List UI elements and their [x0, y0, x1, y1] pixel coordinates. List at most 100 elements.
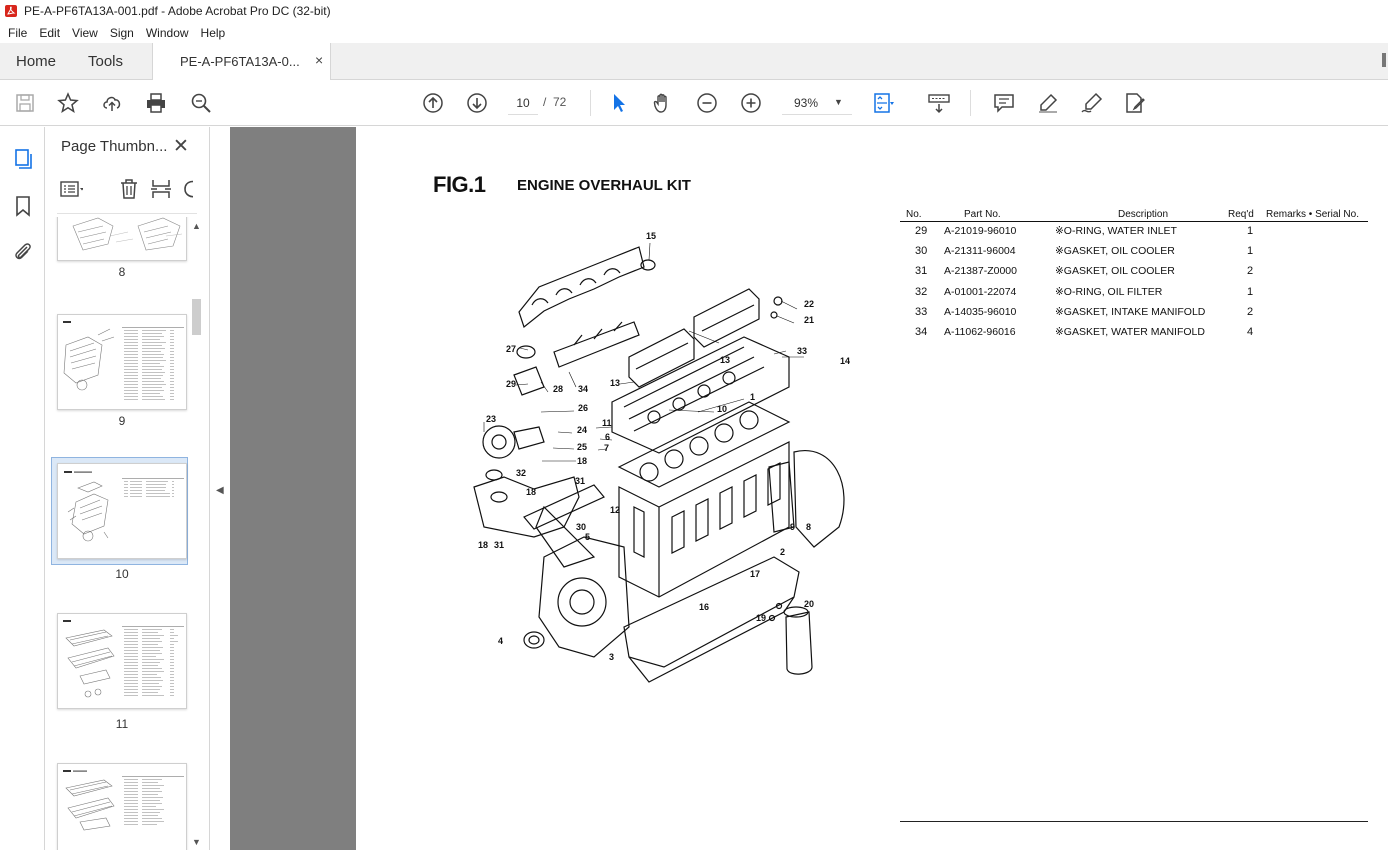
- figure-title: ENGINE OVERHAUL KIT: [517, 177, 691, 194]
- comment-icon[interactable]: [993, 92, 1015, 114]
- callout-14: 14: [840, 356, 850, 366]
- menu-window[interactable]: Window: [142, 26, 193, 40]
- tab-close-button[interactable]: ×: [315, 52, 323, 68]
- header-description: Description: [1118, 209, 1169, 220]
- cell-no: 32: [915, 285, 928, 298]
- attachments-paperclip-icon[interactable]: [11, 240, 35, 264]
- document-view[interactable]: FIG.1 ENGINE OVERHAUL KIT 15 22 21 27 14…: [230, 127, 1388, 850]
- table-row: 30 A-21311-96004 ※GASKET, OIL COOLER 1: [900, 242, 1368, 262]
- cell-no: 31: [915, 265, 928, 278]
- window-title: PE-A-PF6TA13A-001.pdf - Adobe Acrobat Pr…: [24, 4, 331, 18]
- cell-no: 30: [915, 245, 928, 258]
- parts-table: No. Part No. Description Req'd Remarks •…: [900, 207, 1368, 343]
- collapse-panel-arrow-icon[interactable]: ◀: [216, 485, 224, 496]
- callout-12: 12: [610, 505, 620, 515]
- delete-trash-icon[interactable]: [117, 177, 141, 201]
- bookmarks-icon[interactable]: [11, 194, 35, 218]
- panel-title: Page Thumbn...: [61, 138, 168, 155]
- print-icon[interactable]: [145, 92, 167, 114]
- cell-part-no: A-21311-96004: [944, 245, 1016, 258]
- table-row: 33 A-14035-96010 ※GASKET, INTAKE MANIFOL…: [900, 303, 1368, 323]
- cell-description: ※GASKET, INTAKE MANIFOLD: [1055, 305, 1206, 318]
- callout-7: 7: [604, 443, 609, 453]
- hand-tool-icon[interactable]: [652, 92, 674, 114]
- table-row: 34 A-11062-96016 ※GASKET, WATER MANIFOLD…: [900, 323, 1368, 343]
- scrollbar-thumb[interactable]: [192, 299, 201, 335]
- next-page-icon[interactable]: [466, 92, 488, 114]
- rotate-page-icon[interactable]: [181, 177, 193, 201]
- upload-cloud-icon[interactable]: [101, 92, 123, 114]
- callout-32: 32: [516, 468, 526, 478]
- cell-part-no: A-14035-96010: [944, 305, 1017, 318]
- thumbnail-page-number: 9: [118, 414, 126, 428]
- callout-17: 17: [750, 569, 760, 579]
- zoom-out-icon[interactable]: [696, 92, 718, 114]
- callout-18b: 18: [526, 487, 536, 497]
- cell-no: 34: [915, 325, 928, 338]
- thumbnail-page-number: 11: [115, 717, 129, 731]
- callout-31: 31: [575, 476, 585, 486]
- cell-part-no: A-21387-Z0000: [944, 265, 1017, 278]
- cell-reqd: 2: [1247, 265, 1254, 278]
- callout-9: 9: [790, 522, 795, 532]
- callout-31b: 31: [494, 540, 504, 550]
- menu-sign[interactable]: Sign: [106, 26, 138, 40]
- page-number-input[interactable]: [508, 91, 538, 115]
- zoom-search-icon[interactable]: [190, 92, 212, 114]
- tab-tools[interactable]: Tools: [88, 53, 123, 70]
- draw-freehand-icon[interactable]: [1081, 92, 1103, 114]
- figure-label: FIG.1: [433, 172, 486, 197]
- callout-2: 2: [780, 547, 785, 557]
- panel-close-button[interactable]: ✕: [173, 135, 189, 158]
- engine-exploded-diagram: 15 22 21 27 14 33 13 13 29 28 34 26 10 1: [444, 227, 864, 687]
- cell-part-no: A-11062-96016: [944, 325, 1016, 338]
- cell-part-no: A-21019-96010: [944, 225, 1017, 237]
- insert-page-icon[interactable]: [149, 177, 173, 201]
- zoom-level-value: 93%: [794, 96, 819, 110]
- callout-28: 28: [553, 384, 563, 394]
- callout-34: 34: [578, 384, 588, 394]
- callout-21: 21: [804, 315, 814, 325]
- menu-file[interactable]: File: [4, 26, 31, 40]
- tab-home[interactable]: Home: [16, 53, 56, 70]
- panel-divider: [57, 213, 197, 214]
- fill-sign-icon[interactable]: [1124, 92, 1146, 114]
- cell-reqd: 4: [1247, 325, 1254, 338]
- tab-document-label: PE-A-PF6TA13A-0...: [180, 54, 300, 69]
- callout-20: 20: [804, 599, 814, 609]
- toolbar-divider: [970, 90, 971, 116]
- menu-view[interactable]: View: [68, 26, 102, 40]
- zoom-level-dropdown[interactable]: 93% ▼: [782, 91, 852, 115]
- callout-13b: 13: [720, 355, 730, 365]
- thumbnail-image: [57, 613, 187, 709]
- left-nav-rail: [0, 127, 45, 850]
- options-menu-icon[interactable]: [59, 177, 84, 201]
- thumbnail-list[interactable]: 8 9 10 11: [45, 217, 200, 850]
- keyboard-scroll-icon[interactable]: [928, 92, 950, 114]
- cell-reqd: 1: [1247, 245, 1254, 258]
- bookmark-star-icon[interactable]: [57, 92, 79, 114]
- header-reqd: Req'd: [1228, 209, 1254, 220]
- scroll-down-arrow-icon[interactable]: ▼: [192, 837, 201, 847]
- menu-help[interactable]: Help: [197, 26, 230, 40]
- page-thumbnails-panel: Page Thumbn... ✕ 8 9 10 11: [45, 127, 210, 850]
- table-row: 31 A-21387-Z0000 ※GASKET, OIL COOLER 2: [900, 262, 1368, 282]
- callout-26: 26: [578, 403, 588, 413]
- tab-overflow-handle[interactable]: [1382, 53, 1386, 67]
- zoom-in-icon[interactable]: [740, 92, 762, 114]
- page-bottom-rule: [900, 821, 1368, 822]
- save-icon[interactable]: [14, 92, 36, 114]
- previous-page-icon[interactable]: [422, 92, 444, 114]
- thumbnail-image: [57, 463, 187, 559]
- menu-edit[interactable]: Edit: [35, 26, 64, 40]
- thumbnail-scrollbar[interactable]: ▲ ▼: [190, 217, 204, 850]
- cell-no: 29: [915, 225, 928, 237]
- select-cursor-icon[interactable]: [608, 92, 630, 114]
- highlight-pen-icon[interactable]: [1037, 92, 1059, 114]
- page-thumbnails-icon[interactable]: [11, 147, 35, 171]
- scroll-up-arrow-icon[interactable]: ▲: [192, 221, 201, 231]
- tab-document[interactable]: PE-A-PF6TA13A-0... ×: [152, 43, 331, 80]
- callout-18: 18: [577, 456, 587, 466]
- table-header: No. Part No. Description Req'd Remarks •…: [900, 207, 1368, 222]
- fit-page-icon[interactable]: [872, 92, 894, 114]
